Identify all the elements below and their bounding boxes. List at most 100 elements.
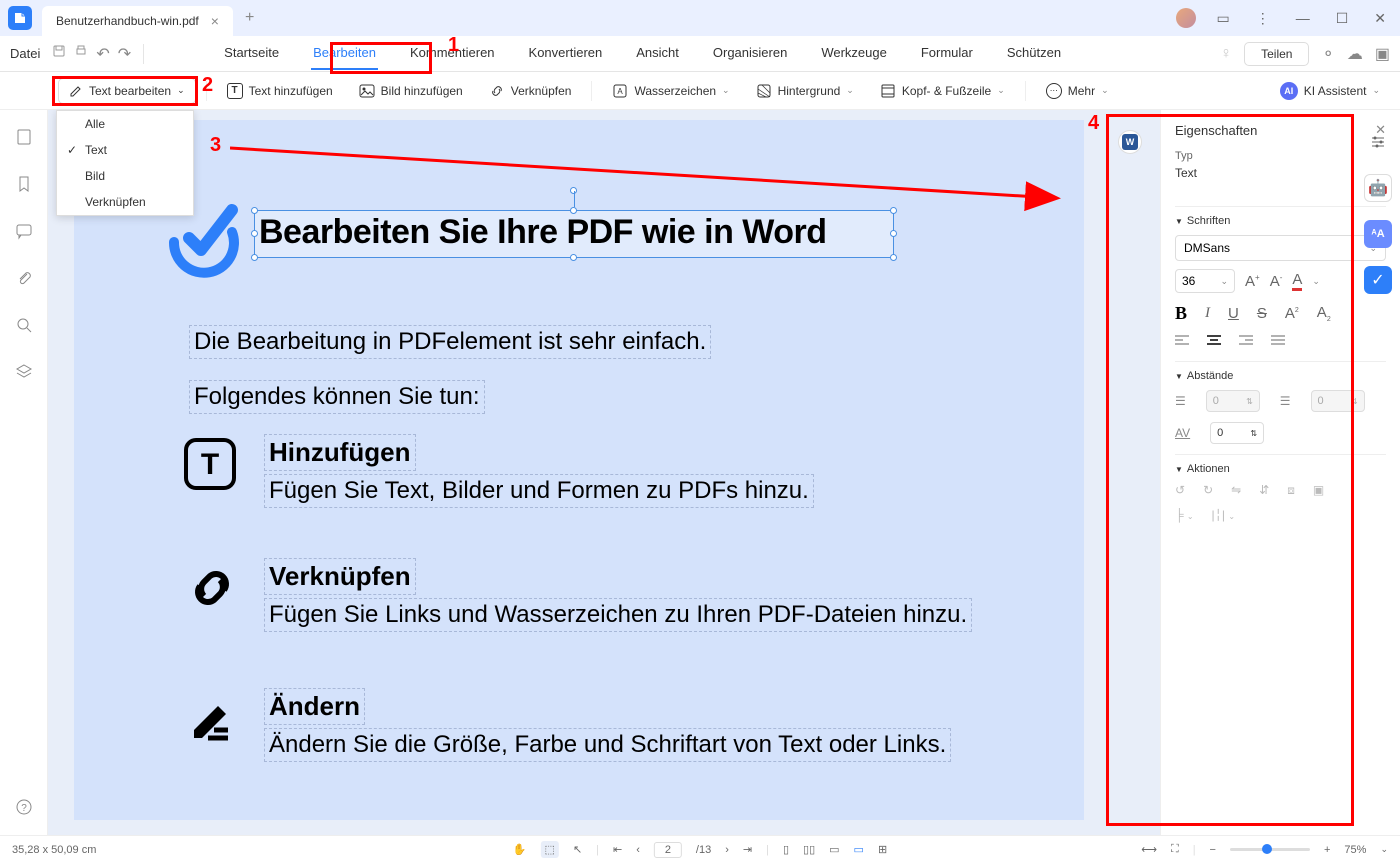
page-input[interactable]: 2 [654, 842, 682, 858]
app-logo[interactable] [8, 6, 32, 30]
rotate-left-icon[interactable]: ↺ [1175, 483, 1185, 498]
feat1-desc[interactable]: Fügen Sie Text, Bilder und Formen zu PDF… [264, 474, 814, 508]
redo-icon[interactable]: ↷ [118, 44, 131, 64]
ai-checkmark-icon[interactable]: ✓ [1364, 266, 1392, 294]
pointer-tool-icon[interactable]: ↖ [573, 843, 582, 856]
feat1-title[interactable]: Hinzufügen [264, 434, 416, 471]
feat3-desc[interactable]: Ändern Sie die Größe, Farbe und Schrifta… [264, 728, 951, 762]
subscript-button[interactable]: A2 [1317, 304, 1331, 323]
edit-text-dropdown[interactable]: Text bearbeiten ⌄ [58, 78, 196, 104]
para-spacing-input[interactable]: 0⇅ [1311, 390, 1365, 412]
window-settings-icon[interactable]: ▭ [1210, 6, 1235, 31]
tab-form[interactable]: Formular [919, 37, 975, 70]
share-network-icon[interactable]: ⚬ [1321, 44, 1334, 64]
thumbnails-icon[interactable] [15, 128, 33, 151]
zoom-out-icon[interactable]: − [1210, 844, 1216, 856]
char-spacing-input[interactable]: 0⇅ [1210, 422, 1264, 444]
user-avatar[interactable] [1176, 8, 1196, 28]
fullscreen-icon[interactable]: ⛶ [1171, 843, 1179, 856]
hand-tool-icon[interactable]: ✋ [513, 843, 527, 856]
flip-horizontal-icon[interactable]: ⇋ [1231, 483, 1241, 498]
add-image-button[interactable]: Bild hinzufügen [349, 78, 473, 104]
two-page-icon[interactable]: ▭ [829, 843, 839, 856]
zoom-slider[interactable] [1230, 848, 1310, 851]
comments-icon[interactable] [15, 222, 33, 245]
tab-organize[interactable]: Organisieren [711, 37, 789, 70]
ai-chat-icon[interactable]: 🤖 [1364, 174, 1392, 202]
lightbulb-icon[interactable]: ♀ [1220, 45, 1232, 63]
tab-close-icon[interactable]: × [211, 13, 219, 29]
feat3-title[interactable]: Ändern [264, 688, 365, 725]
menu-file[interactable]: Datei [10, 46, 40, 61]
zoom-dropdown-icon[interactable]: ⌄ [1380, 844, 1388, 855]
align-center-button[interactable] [1207, 334, 1221, 351]
zoom-in-icon[interactable]: + [1324, 844, 1330, 856]
actions-header[interactable]: ▼Aktionen [1175, 463, 1386, 475]
align-justify-button[interactable] [1271, 334, 1285, 351]
cloud-icon[interactable]: ☁ [1347, 44, 1363, 64]
properties-toggle-icon[interactable] [1364, 128, 1392, 156]
background-button[interactable]: Hintergrund ⌄ [746, 78, 864, 104]
maximize-button[interactable]: ☐ [1330, 6, 1355, 31]
flip-vertical-icon[interactable]: ⇵ [1259, 483, 1269, 498]
font-select[interactable]: DMSans ⌄ [1175, 235, 1386, 261]
translate-icon[interactable]: ᴬA [1364, 220, 1392, 248]
grid-view-icon[interactable]: ⊞ [878, 843, 887, 856]
tab-edit[interactable]: Bearbeiten [311, 37, 378, 70]
continuous-page-icon[interactable]: ▯▯ [803, 843, 815, 856]
dropdown-link[interactable]: Verknüpfen [57, 189, 193, 215]
align-objects-icon[interactable]: ╞ ⌄ [1175, 508, 1194, 522]
dropdown-image[interactable]: Bild [57, 163, 193, 189]
feat2-title[interactable]: Verknüpfen [264, 558, 416, 595]
align-left-button[interactable] [1175, 334, 1189, 351]
line-spacing-input[interactable]: 0⇅ [1206, 390, 1260, 412]
watermark-button[interactable]: A Wasserzeichen ⌄ [602, 78, 739, 104]
search-icon[interactable] [15, 316, 33, 339]
chevron-down-icon[interactable]: ⌄ [1312, 276, 1320, 287]
distribute-icon[interactable]: |╎| ⌄ [1212, 508, 1236, 522]
window-menu-icon[interactable]: ⋮ [1250, 6, 1276, 31]
export-icon[interactable]: ▣ [1375, 44, 1390, 64]
save-icon[interactable] [52, 44, 66, 64]
more-button[interactable]: ⋯ Mehr ⌄ [1036, 78, 1119, 104]
feat2-desc[interactable]: Fügen Sie Links und Wasserzeichen zu Ihr… [264, 598, 972, 632]
first-page-icon[interactable]: ⇤ [613, 843, 622, 856]
crop-icon[interactable]: ⧈ [1287, 483, 1295, 498]
tab-add-button[interactable]: + [245, 9, 254, 27]
minimize-button[interactable]: — [1290, 6, 1316, 30]
underline-button[interactable]: U [1228, 305, 1239, 322]
print-icon[interactable] [74, 44, 88, 64]
tab-protect[interactable]: Schützen [1005, 37, 1063, 70]
help-icon[interactable]: ? [15, 798, 33, 821]
single-page-icon[interactable]: ▯ [783, 843, 789, 856]
word-export-badge[interactable]: W [1118, 130, 1142, 154]
add-text-button[interactable]: T Text hinzufügen [217, 78, 343, 104]
attachments-icon[interactable] [15, 269, 33, 292]
italic-button[interactable]: I [1205, 305, 1210, 322]
last-page-icon[interactable]: ⇥ [743, 843, 752, 856]
document-tab[interactable]: Benutzerhandbuch-win.pdf × [42, 6, 233, 36]
spacing-header[interactable]: ▼Abstände [1175, 370, 1386, 382]
prev-page-icon[interactable]: ‹ [636, 844, 640, 856]
bold-button[interactable]: B [1175, 303, 1187, 324]
read-mode-icon[interactable]: ▭ [854, 843, 864, 856]
layers-icon[interactable] [15, 363, 33, 386]
ai-assistant-button[interactable]: AI KI Assistent ⌄ [1270, 77, 1390, 105]
fonts-header[interactable]: ▼Schriften [1175, 215, 1386, 227]
tab-tools[interactable]: Werkzeuge [819, 37, 889, 70]
font-size-input[interactable]: 36 ⌄ [1175, 269, 1235, 293]
selected-text-box[interactable]: Bearbeiten Sie Ihre PDF wie in Word [254, 210, 894, 258]
canvas-area[interactable]: Bearbeiten Sie Ihre PDF wie in Word Die … [48, 110, 1160, 835]
dropdown-text[interactable]: Text [57, 137, 193, 163]
font-color-icon[interactable]: A [1292, 271, 1302, 291]
tab-start[interactable]: Startseite [222, 37, 281, 70]
replace-icon[interactable]: ▣ [1313, 483, 1324, 498]
link-button[interactable]: Verknüpfen [479, 78, 582, 104]
header-footer-button[interactable]: Kopf- & Fußzeile ⌄ [870, 78, 1015, 104]
superscript-button[interactable]: A2 [1285, 305, 1299, 322]
select-tool-icon[interactable]: ⬚ [541, 841, 559, 858]
share-button[interactable]: Teilen [1244, 42, 1309, 66]
tab-view[interactable]: Ansicht [634, 37, 681, 70]
bookmarks-icon[interactable] [15, 175, 33, 198]
fit-width-icon[interactable]: ⟷ [1141, 843, 1157, 856]
